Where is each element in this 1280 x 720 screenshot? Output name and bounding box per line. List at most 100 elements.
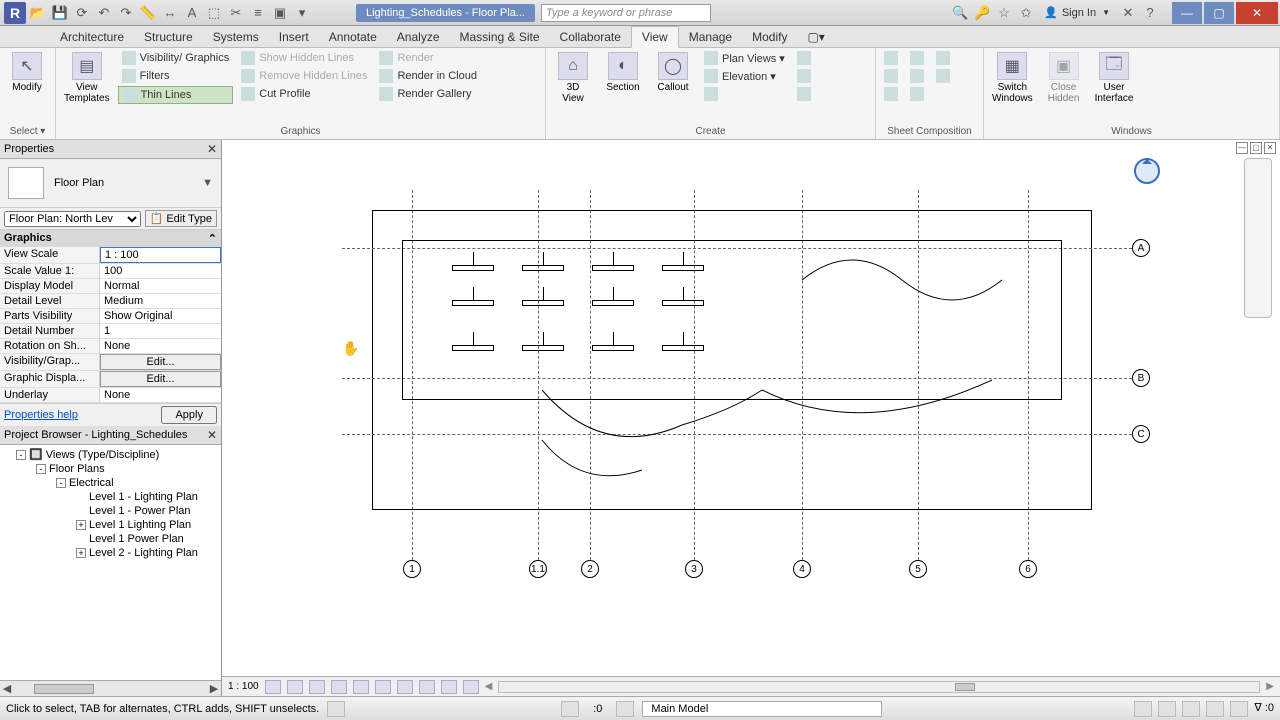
sheet-btn-4[interactable] — [906, 50, 928, 66]
open-icon[interactable]: 📂 — [28, 3, 48, 23]
property-value[interactable]: None — [100, 339, 221, 353]
property-row[interactable]: Detail LevelMedium — [0, 294, 221, 309]
lock-icon[interactable] — [419, 680, 435, 694]
key-icon[interactable]: 🔑 — [972, 3, 992, 23]
view-templates-button[interactable]: ▤View Templates — [60, 50, 114, 106]
sheet-btn-1[interactable] — [880, 50, 902, 66]
grid-bubble[interactable]: 5 — [909, 560, 927, 578]
tree-node[interactable]: -Electrical — [2, 476, 219, 490]
filter-count[interactable]: ∇ :0 — [1254, 701, 1274, 717]
sheet-btn-2[interactable] — [880, 68, 902, 84]
close-view-icon[interactable]: ✕ — [1264, 142, 1276, 154]
save-icon[interactable]: 💾 — [50, 3, 70, 23]
edit-button[interactable]: Edit... — [100, 354, 221, 370]
browser-scrollbar[interactable]: ◀▶ — [0, 680, 221, 696]
grid-bubble[interactable]: 4 — [793, 560, 811, 578]
max-view-icon[interactable]: ▢ — [1250, 142, 1262, 154]
crop-region-icon[interactable] — [397, 680, 413, 694]
duplicate-view-button[interactable] — [793, 50, 815, 66]
detail-level-icon[interactable] — [265, 680, 281, 694]
tab-view[interactable]: View — [631, 26, 679, 48]
favorite-icon[interactable]: ✩ — [1016, 3, 1036, 23]
property-value[interactable]: Normal — [100, 279, 221, 293]
scale-display[interactable]: 1 : 100 — [228, 681, 259, 692]
worksets-icon[interactable] — [327, 701, 345, 717]
tab-systems[interactable]: Systems — [203, 27, 269, 47]
property-value[interactable]: 1 — [100, 324, 221, 338]
property-row[interactable]: Parts VisibilityShow Original — [0, 309, 221, 324]
property-row[interactable]: Visibility/Grap...Edit... — [0, 354, 221, 371]
property-row[interactable]: Detail Number1 — [0, 324, 221, 339]
elevation-button[interactable]: Elevation ▾ — [700, 68, 789, 84]
tab-architecture[interactable]: Architecture — [50, 27, 134, 47]
remove-hidden-lines-button[interactable]: Remove Hidden Lines — [237, 68, 371, 84]
collapse-icon[interactable]: - — [16, 450, 26, 460]
tree-node[interactable]: Level 1 Power Plan — [2, 532, 219, 546]
tab-massingsite[interactable]: Massing & Site — [450, 27, 550, 47]
thin-lines-icon[interactable]: ≡ — [248, 3, 268, 23]
tab-annotate[interactable]: Annotate — [319, 27, 387, 47]
tab-insert[interactable]: Insert — [269, 27, 319, 47]
property-value[interactable]: Medium — [100, 294, 221, 308]
star-icon[interactable]: ☆ — [994, 3, 1014, 23]
grid-bubble[interactable]: 3 — [685, 560, 703, 578]
switch-win-icon[interactable]: ▾ — [292, 3, 312, 23]
close-icon[interactable]: ✕ — [207, 142, 217, 156]
sheet-btn-5[interactable] — [906, 68, 928, 84]
edit-button[interactable]: Edit... — [100, 371, 221, 387]
tree-node[interactable]: Level 1 - Lighting Plan — [2, 490, 219, 504]
tab-analyze[interactable]: Analyze — [387, 27, 450, 47]
property-row[interactable]: Display ModelNormal — [0, 279, 221, 294]
close-icon[interactable]: ✕ — [207, 428, 217, 442]
filters-button[interactable]: Filters — [118, 68, 234, 84]
instance-selector[interactable]: Floor Plan: North Lev — [4, 211, 141, 227]
redo-icon[interactable]: ↷ — [116, 3, 136, 23]
tab-collaborate[interactable]: Collaborate — [550, 27, 631, 47]
modify-button[interactable]: ↖Modify — [4, 50, 50, 95]
tab-manage[interactable]: Manage — [679, 27, 742, 47]
select-pinned-icon[interactable] — [1182, 701, 1200, 717]
schedules-button[interactable] — [793, 86, 815, 102]
sync-icon[interactable]: ⟳ — [72, 3, 92, 23]
select-panel-label[interactable]: Select ▾ — [4, 124, 51, 139]
thin-lines-button[interactable]: Thin Lines — [118, 86, 234, 104]
property-row[interactable]: UnderlayNone — [0, 388, 221, 403]
close-views-icon[interactable]: ▣ — [270, 3, 290, 23]
design-options-selector[interactable]: Main Model — [642, 701, 882, 717]
cut-profile-button[interactable]: Cut Profile — [237, 86, 371, 102]
type-selector[interactable]: Floor Plan ▼ — [0, 159, 221, 208]
undo-icon[interactable]: ↶ — [94, 3, 114, 23]
legends-button[interactable] — [793, 68, 815, 84]
3d-view-button[interactable]: ⌂3D View — [550, 50, 596, 106]
tab-structure[interactable]: Structure — [134, 27, 203, 47]
drag-elements-icon[interactable] — [1230, 701, 1248, 717]
property-value[interactable]: None — [100, 388, 221, 402]
search-icon[interactable]: 🔍 — [950, 3, 970, 23]
sheet-btn-3[interactable] — [880, 86, 902, 102]
edit-type-button[interactable]: 📋 Edit Type — [145, 210, 217, 227]
help-search-input[interactable]: Type a keyword or phrase — [541, 4, 711, 22]
app-menu-icon[interactable]: R — [4, 2, 26, 24]
sheet-btn-8[interactable] — [932, 68, 954, 84]
filter-selection-icon[interactable] — [616, 701, 634, 717]
close-hidden-button[interactable]: ▣Close Hidden — [1041, 50, 1087, 106]
min-view-icon[interactable]: — — [1236, 142, 1248, 154]
property-row[interactable]: View Scale1 : 100 — [0, 247, 221, 264]
grid-bubble[interactable]: 2 — [581, 560, 599, 578]
navigation-bar[interactable] — [1244, 158, 1272, 318]
sun-path-icon[interactable] — [309, 680, 325, 694]
sheet-btn-7[interactable] — [932, 50, 954, 66]
properties-help-link[interactable]: Properties help — [4, 409, 78, 421]
view-scrollbar[interactable] — [498, 681, 1260, 693]
temp-hide-icon[interactable] — [441, 680, 457, 694]
text-icon[interactable]: A — [182, 3, 202, 23]
select-face-icon[interactable] — [1206, 701, 1224, 717]
tree-node[interactable]: -Floor Plans — [2, 462, 219, 476]
tab-modify[interactable]: Modify — [742, 27, 797, 47]
minimize-button[interactable]: — — [1172, 2, 1202, 24]
maximize-button[interactable]: ▢ — [1204, 2, 1234, 24]
align-icon[interactable]: ↔ — [160, 3, 180, 23]
property-row[interactable]: Rotation on Sh...None — [0, 339, 221, 354]
select-links-icon[interactable] — [1134, 701, 1152, 717]
grid-bubble[interactable]: 1.1 — [529, 560, 547, 578]
